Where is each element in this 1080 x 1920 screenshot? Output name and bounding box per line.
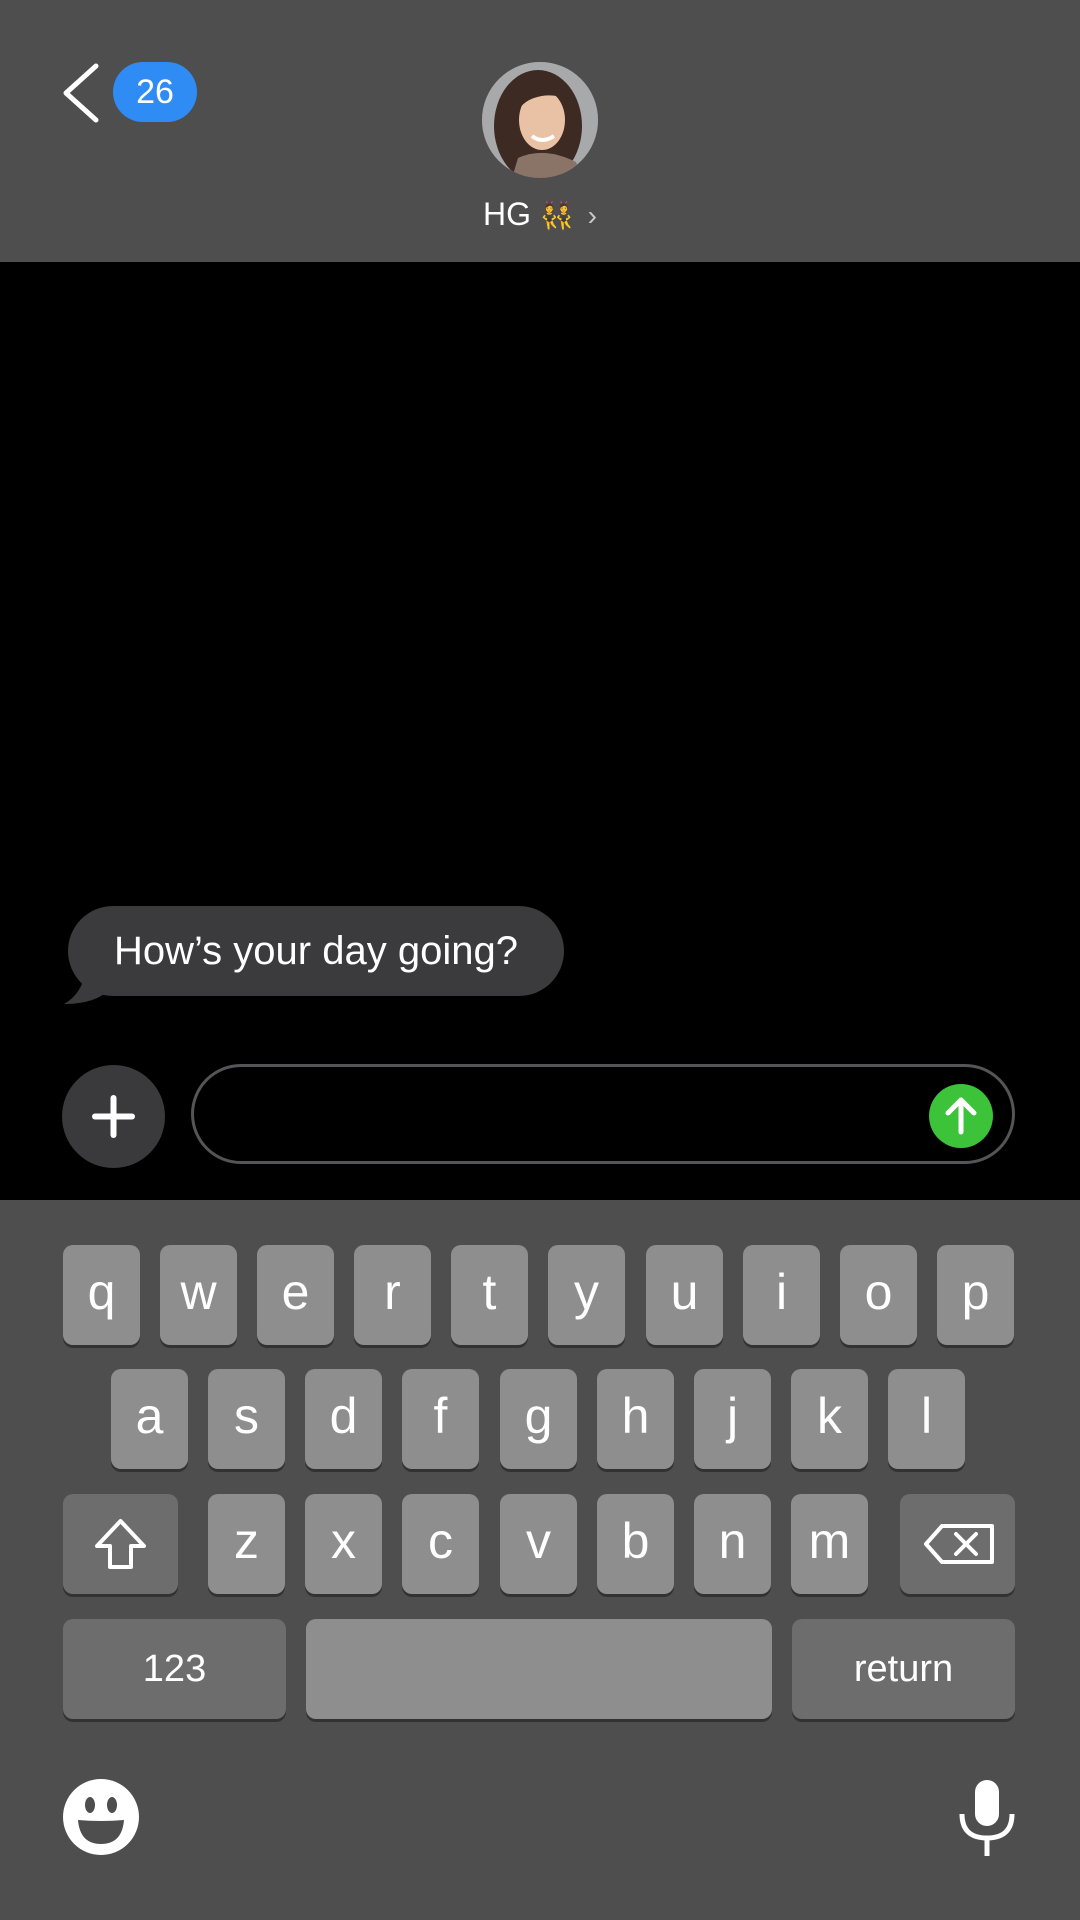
key-k[interactable]: k <box>791 1369 868 1469</box>
avatar-photo <box>482 62 598 178</box>
key-j[interactable]: j <box>694 1369 771 1469</box>
shift-key[interactable] <box>63 1494 178 1594</box>
key-s[interactable]: s <box>208 1369 285 1469</box>
key-u[interactable]: u <box>646 1245 723 1345</box>
space-key[interactable] <box>306 1619 772 1719</box>
conversation-header: 26 HG 👯 › <box>0 0 1080 262</box>
key-v[interactable]: v <box>500 1494 577 1594</box>
emoji-icon[interactable] <box>62 1778 140 1856</box>
key-t[interactable]: t <box>451 1245 528 1345</box>
delete-key[interactable] <box>900 1494 1015 1594</box>
key-n[interactable]: n <box>694 1494 771 1594</box>
microphone-icon[interactable] <box>956 1778 1018 1858</box>
key-l[interactable]: l <box>888 1369 965 1469</box>
contact-name: HG <box>483 196 531 232</box>
add-attachment-button[interactable] <box>62 1065 165 1168</box>
key-o[interactable]: o <box>840 1245 917 1345</box>
key-g[interactable]: g <box>500 1369 577 1469</box>
avatar[interactable] <box>482 62 598 178</box>
contact-name-button[interactable]: HG 👯 › <box>0 196 1080 233</box>
message-incoming[interactable]: How’s your day going? <box>64 906 564 1004</box>
key-c[interactable]: c <box>402 1494 479 1594</box>
key-r[interactable]: r <box>354 1245 431 1345</box>
delete-icon <box>924 1524 994 1564</box>
shift-icon <box>95 1519 146 1569</box>
message-input[interactable] <box>234 1085 918 1145</box>
message-input-field[interactable] <box>191 1064 1015 1164</box>
key-i[interactable]: i <box>743 1245 820 1345</box>
chevron-right-icon: › <box>587 200 597 231</box>
key-x[interactable]: x <box>305 1494 382 1594</box>
key-q[interactable]: q <box>63 1245 140 1345</box>
key-m[interactable]: m <box>791 1494 868 1594</box>
key-z[interactable]: z <box>208 1494 285 1594</box>
key-a[interactable]: a <box>111 1369 188 1469</box>
unread-count-badge[interactable]: 26 <box>113 62 197 122</box>
message-bubble: How’s your day going? <box>68 906 564 996</box>
send-button[interactable] <box>929 1084 993 1148</box>
key-w[interactable]: w <box>160 1245 237 1345</box>
key-d[interactable]: d <box>305 1369 382 1469</box>
contact-emoji: 👯 <box>539 199 575 232</box>
return-key[interactable]: return <box>792 1619 1015 1719</box>
numbers-key[interactable]: 123 <box>63 1619 286 1719</box>
back-chevron-icon[interactable] <box>58 62 106 124</box>
key-h[interactable]: h <box>597 1369 674 1469</box>
key-p[interactable]: p <box>937 1245 1014 1345</box>
key-b[interactable]: b <box>597 1494 674 1594</box>
plus-icon <box>92 1095 135 1138</box>
key-y[interactable]: y <box>548 1245 625 1345</box>
send-arrow-icon <box>945 1097 977 1135</box>
key-f[interactable]: f <box>402 1369 479 1469</box>
key-e[interactable]: e <box>257 1245 334 1345</box>
